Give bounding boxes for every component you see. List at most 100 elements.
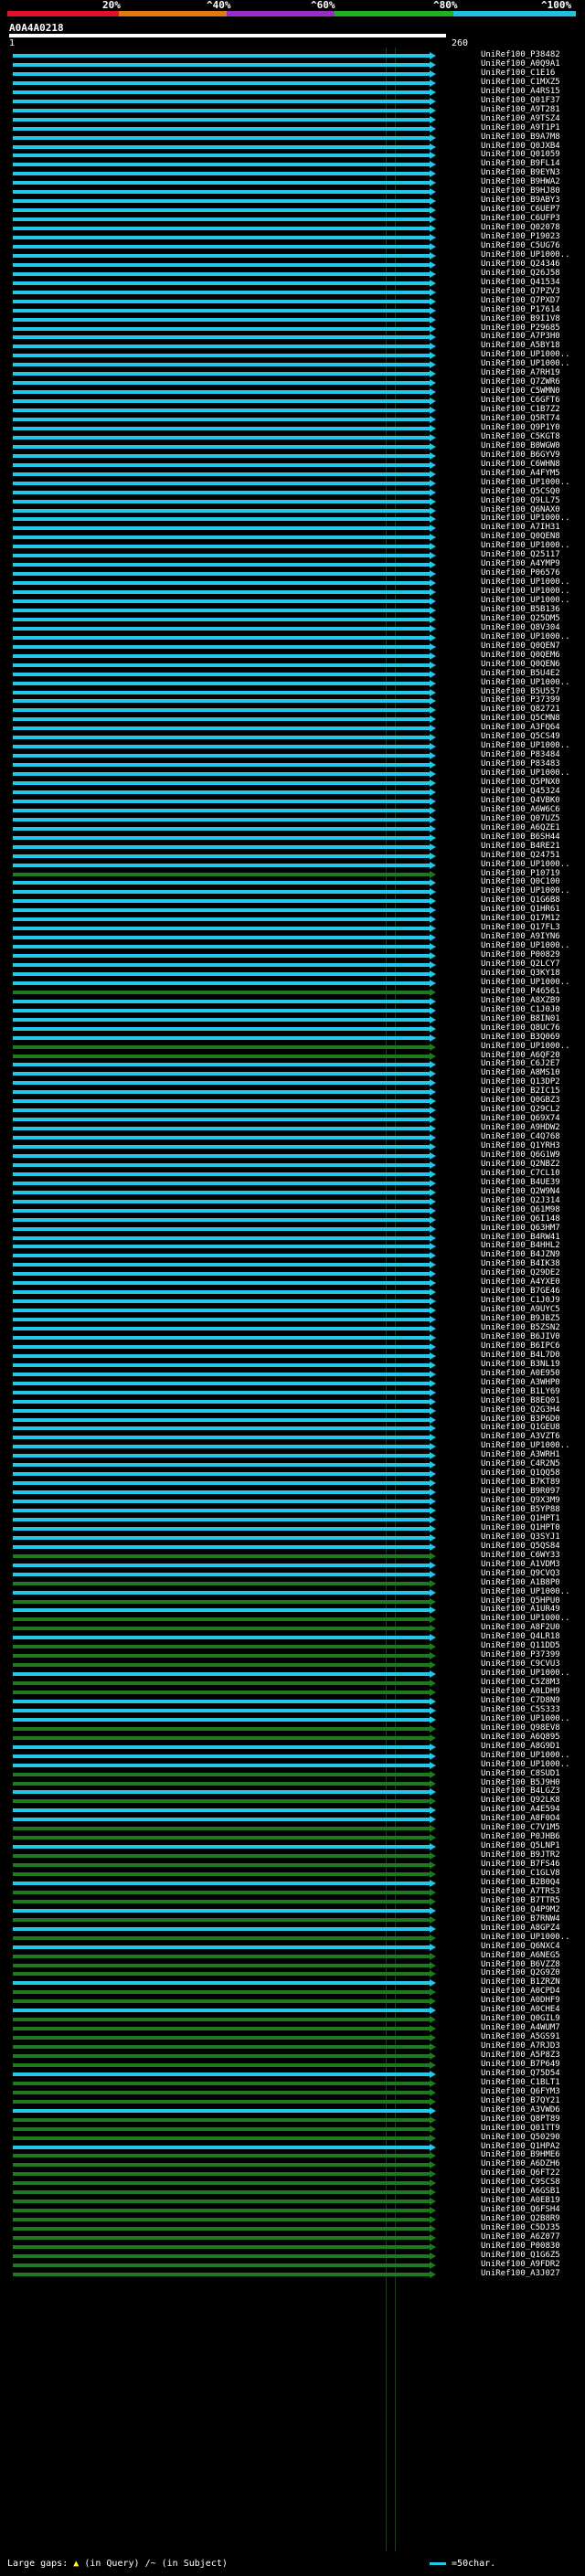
hit-label[interactable]: UniRef100_B9R097 [481, 1488, 560, 1496]
hit-label[interactable]: UniRef100_B7GE46 [481, 1288, 560, 1296]
hit-label[interactable]: UniRef100_Q26J58 [481, 269, 560, 278]
hit-label[interactable]: UniRef100_B4UE39 [481, 1178, 560, 1187]
hit-label[interactable]: UniRef100_A3FQ64 [481, 724, 560, 732]
hit-alignment-bar[interactable] [13, 1254, 430, 1258]
hit-alignment-bar[interactable] [13, 881, 430, 885]
hit-alignment-bar[interactable] [13, 1744, 430, 1749]
hit-alignment-bar[interactable] [13, 908, 430, 913]
hit-label[interactable]: UniRef100_A8XZB9 [481, 996, 560, 1005]
hit-label[interactable]: UniRef100_C9CVU3 [481, 1660, 560, 1669]
hit-alignment-bar[interactable] [13, 2227, 430, 2231]
hit-label[interactable]: UniRef100_B5U557 [481, 687, 560, 696]
hit-alignment-bar[interactable] [13, 872, 430, 876]
hit-label[interactable]: UniRef100_A7P3H0 [481, 333, 560, 341]
hit-label[interactable]: UniRef100_B4RE21 [481, 842, 560, 851]
hit-alignment-bar[interactable] [13, 526, 430, 531]
hit-label[interactable]: UniRef100_A6Z077 [481, 2233, 560, 2242]
hit-alignment-bar[interactable] [13, 2136, 430, 2140]
hit-alignment-bar[interactable] [13, 554, 430, 558]
hit-label[interactable]: UniRef100_Q5QS84 [481, 1542, 560, 1551]
hit-label[interactable]: UniRef100_B4LGZ3 [481, 1787, 560, 1796]
hit-alignment-bar[interactable] [13, 326, 430, 331]
hit-alignment-bar[interactable] [13, 1299, 430, 1304]
hit-alignment-bar[interactable] [13, 617, 430, 621]
hit-label[interactable]: UniRef100_B4RW41 [481, 1233, 560, 1242]
hit-label[interactable]: UniRef100_Q5LNP1 [481, 1842, 560, 1850]
hit-label[interactable]: UniRef100_P0JHB6 [481, 1833, 560, 1841]
hit-label[interactable]: UniRef100_C1E16 [481, 69, 555, 78]
hit-label[interactable]: UniRef100_A5GS91 [481, 2033, 560, 2041]
hit-label[interactable]: UniRef100_C6UFP3 [481, 215, 560, 223]
hit-label[interactable]: UniRef100_B4HHL2 [481, 1242, 560, 1250]
hit-label[interactable]: UniRef100_Q9CVQ3 [481, 1569, 560, 1578]
hit-alignment-bar[interactable] [13, 1717, 430, 1722]
hit-label[interactable]: UniRef100_Q75D54 [481, 2069, 560, 2078]
hit-alignment-bar[interactable] [13, 1226, 430, 1231]
hit-alignment-bar[interactable] [13, 1235, 430, 1240]
hit-alignment-bar[interactable] [13, 772, 430, 777]
hit-label[interactable]: UniRef100_A6DZH6 [481, 2160, 560, 2168]
hit-alignment-bar[interactable] [13, 2009, 430, 2013]
hit-label[interactable]: UniRef100_Q1HPT1 [481, 1514, 560, 1523]
hit-alignment-bar[interactable] [13, 899, 430, 904]
hit-label[interactable]: UniRef100_B7KT89 [481, 1479, 560, 1487]
hit-label[interactable]: UniRef100_C1J0J0 [481, 1005, 560, 1014]
hit-row[interactable]: UniRef100_UP1000.. [0, 860, 585, 870]
hit-label[interactable]: UniRef100_Q9X3M9 [481, 1497, 560, 1505]
hit-alignment-bar[interactable] [13, 2244, 430, 2249]
hit-row[interactable]: UniRef100_UP1000.. [0, 1587, 585, 1597]
hit-label[interactable]: UniRef100_A3J027 [481, 2269, 560, 2278]
hit-alignment-bar[interactable] [13, 2045, 430, 2050]
hit-alignment-bar[interactable] [13, 2062, 430, 2067]
hit-label[interactable]: UniRef100_A5P8Z3 [481, 2051, 560, 2060]
hit-alignment-bar[interactable] [13, 626, 430, 631]
hit-label[interactable]: UniRef100_UP1000.. [481, 1751, 570, 1760]
hit-alignment-bar[interactable] [13, 99, 430, 103]
hit-alignment-bar[interactable] [13, 236, 430, 239]
hit-label[interactable]: UniRef100_Q8PT89 [481, 2115, 560, 2124]
hit-label[interactable]: UniRef100_C1MXZ5 [481, 78, 560, 87]
hit-label[interactable]: UniRef100_B7FS46 [481, 1860, 560, 1869]
hit-label[interactable]: UniRef100_B3Q069 [481, 1033, 560, 1042]
hit-alignment-bar[interactable] [13, 1881, 430, 1885]
hit-label[interactable]: UniRef100_Q24346 [481, 260, 560, 269]
hit-alignment-bar[interactable] [13, 763, 430, 768]
hit-alignment-bar[interactable] [13, 1436, 430, 1440]
hit-label[interactable]: UniRef100_C1BLT1 [481, 2078, 560, 2087]
hit-label[interactable]: UniRef100_B8IN01 [481, 1014, 560, 1023]
hit-label[interactable]: UniRef100_B5J9H0 [481, 1778, 560, 1787]
hit-alignment-bar[interactable] [13, 1063, 430, 1067]
hit-label[interactable]: UniRef100_C6WY33 [481, 1551, 560, 1560]
hit-label[interactable]: UniRef100_B9JTR2 [481, 1851, 560, 1860]
hit-alignment-bar[interactable] [13, 144, 430, 149]
hit-row[interactable]: UniRef100_Q63HM7 [0, 1224, 585, 1234]
hit-label[interactable]: UniRef100_P00829 [481, 951, 560, 959]
hit-alignment-bar[interactable] [13, 1526, 430, 1531]
hit-alignment-bar[interactable] [13, 317, 430, 322]
hit-label[interactable]: UniRef100_B6IPC6 [481, 1341, 560, 1351]
hit-label[interactable]: UniRef100_A4YMP9 [481, 560, 560, 568]
hit-alignment-bar[interactable] [13, 599, 430, 603]
hit-label[interactable]: UniRef100_Q17FL3 [481, 924, 560, 932]
hit-label[interactable]: UniRef100_UP1000.. [481, 351, 570, 359]
hit-alignment-bar[interactable] [13, 1318, 430, 1322]
hit-row[interactable]: UniRef100_UP1000.. [0, 1042, 585, 1052]
hit-label[interactable]: UniRef100_UP1000.. [481, 887, 570, 896]
hit-row[interactable]: UniRef100_UP1000.. [0, 678, 585, 688]
hit-alignment-bar[interactable] [13, 308, 430, 313]
hit-label[interactable]: UniRef100_C7CL10 [481, 1169, 560, 1178]
hit-label[interactable]: UniRef100_C6J2E7 [481, 1060, 560, 1068]
hit-alignment-bar[interactable] [13, 1335, 430, 1340]
hit-label[interactable]: UniRef100_Q1YRH3 [481, 1142, 560, 1150]
hit-alignment-bar[interactable] [13, 745, 430, 749]
hit-alignment-bar[interactable] [13, 90, 430, 94]
hit-alignment-bar[interactable] [13, 1636, 430, 1640]
hit-alignment-bar[interactable] [13, 1153, 430, 1158]
hit-alignment-bar[interactable] [13, 1372, 430, 1376]
hit-alignment-bar[interactable] [13, 1572, 430, 1576]
hit-label[interactable]: UniRef100_Q0JXB4 [481, 142, 560, 151]
hit-label[interactable]: UniRef100_Q25117 [481, 551, 560, 559]
hit-alignment-bar[interactable] [13, 1890, 430, 1894]
hit-label[interactable]: UniRef100_UP1000.. [481, 597, 570, 605]
hit-label[interactable]: UniRef100_B9EYN3 [481, 169, 560, 177]
